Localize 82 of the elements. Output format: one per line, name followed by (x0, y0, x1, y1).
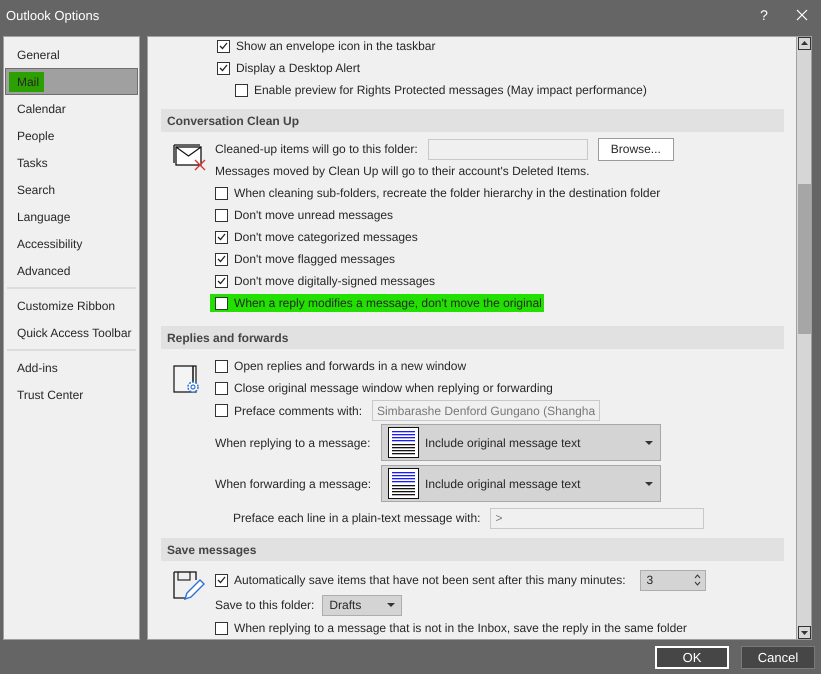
scrollbar[interactable] (796, 37, 811, 639)
option-label: Open replies and forwards in a new window (234, 359, 466, 373)
checkbox[interactable] (215, 274, 228, 288)
option-row[interactable]: Don't move categorized messages (210, 228, 420, 246)
window-title: Outlook Options (6, 8, 100, 22)
browse-button[interactable]: Browse... (598, 138, 674, 160)
sidebar-item[interactable]: Customize Ribbon (5, 292, 138, 319)
prefix-label: Preface each line in a plain-text message with: (233, 511, 480, 525)
folder-dropdown[interactable]: Drafts (322, 594, 402, 616)
checkbox[interactable] (215, 296, 228, 310)
document-icon (388, 427, 419, 458)
caret-icon (645, 482, 653, 486)
option-label: Don't move unread messages (234, 208, 394, 222)
help-button[interactable]: ? (745, 0, 783, 30)
envelope-delete-icon (173, 144, 207, 172)
sidebar-item[interactable]: Trust Center (5, 381, 138, 408)
save-edit-icon (173, 571, 205, 601)
document-gear-icon (173, 365, 201, 395)
checkbox[interactable] (217, 40, 230, 52)
sidebar-item[interactable]: General (5, 41, 138, 68)
sidebar-item[interactable]: Mail (5, 68, 138, 95)
option-label: Enable preview for Rights Protected messages (May impact performance) (254, 83, 647, 97)
document-icon (388, 468, 419, 499)
checkbox[interactable] (215, 622, 228, 634)
option-label: When replying to a message that is not in the Inbox, save the reply in the same folder (234, 621, 687, 635)
note-text: Messages moved by Clean Up will go to their account's Deleted Items. (215, 164, 590, 178)
option-row[interactable]: When cleaning sub-folders, recreate the folder hierarchy in the destination folder (210, 184, 662, 202)
checkbox[interactable] (215, 360, 228, 372)
option-label: Display a Desktop Alert (236, 61, 360, 75)
caret-icon (387, 603, 396, 607)
spinner-arrows-icon (694, 574, 701, 586)
close-icon (796, 9, 808, 21)
checkbox[interactable] (215, 382, 228, 394)
sidebar-item[interactable]: Add-ins (5, 354, 138, 381)
option-label: When cleaning sub-folders, recreate the folder hierarchy in the destination folder (234, 186, 660, 200)
option-label: Close original message window when replying or forwarding (234, 381, 553, 395)
section-header: Save messages (161, 538, 784, 561)
sidebar-item[interactable]: Language (5, 203, 138, 230)
reply-dropdown[interactable]: Include original message text (381, 465, 661, 502)
option-label: Show an envelope icon in the taskbar (236, 39, 436, 53)
reply-dropdown[interactable]: Include original message text (381, 424, 661, 461)
option-label: When a reply modifies a message, don't move the original (234, 296, 542, 310)
scroll-down-icon[interactable] (798, 626, 810, 639)
option-label: Automatically save items that have not been sent after this many minutes: (234, 573, 626, 587)
option-row[interactable]: Don't move flagged messages (210, 250, 398, 268)
folder-label: Save to this folder: (215, 598, 314, 612)
option-row[interactable]: When a reply modifies a message, don't move the original (210, 294, 544, 312)
option-row[interactable]: Don't move digitally-signed messages (210, 272, 438, 290)
checkbox[interactable] (215, 186, 228, 200)
sidebar-item[interactable]: Search (5, 176, 138, 203)
checkbox[interactable] (217, 62, 230, 74)
scroll-up-icon[interactable] (798, 37, 810, 50)
sidebar-item[interactable]: Accessibility (5, 230, 138, 257)
option-label: Don't move categorized messages (234, 230, 418, 244)
folder-label: Cleaned-up items will go to this folder: (215, 142, 418, 156)
sidebar-item[interactable]: Advanced (5, 257, 138, 284)
checkbox[interactable] (215, 404, 228, 417)
option-row[interactable]: Don't move unread messages (210, 206, 396, 224)
option-label: Preface comments with: (234, 404, 364, 418)
option-label: Don't move digitally-signed messages (234, 274, 436, 288)
dropdown-label: When forwarding a message: (215, 476, 372, 490)
sidebar-item[interactable]: Calendar (5, 95, 138, 122)
sidebar-item[interactable]: Tasks (5, 149, 138, 176)
minutes-spinner[interactable]: 3 (640, 570, 706, 590)
caret-icon (645, 440, 653, 444)
checkbox[interactable] (215, 208, 228, 222)
dropdown-label: When replying to a message: (215, 436, 372, 450)
checkbox[interactable] (215, 230, 228, 244)
prefix-field[interactable]: > (490, 508, 704, 528)
scroll-thumb[interactable] (798, 184, 810, 334)
dialog-button[interactable]: Cancel (741, 646, 815, 668)
checkbox[interactable] (235, 84, 248, 96)
preface-field[interactable]: Simbarashe Denford Gungano (Shangha (372, 400, 600, 421)
checkbox[interactable] (215, 252, 228, 266)
option-label: Don't move flagged messages (234, 252, 396, 266)
section-header: Conversation Clean Up (161, 109, 784, 132)
dialog-button[interactable]: OK (655, 646, 729, 668)
checkbox[interactable] (215, 574, 228, 586)
sidebar-item[interactable]: People (5, 122, 138, 149)
section-header: Replies and forwards (161, 326, 784, 349)
folder-field[interactable] (428, 138, 588, 160)
sidebar-item[interactable]: Quick Access Toolbar (5, 319, 138, 346)
